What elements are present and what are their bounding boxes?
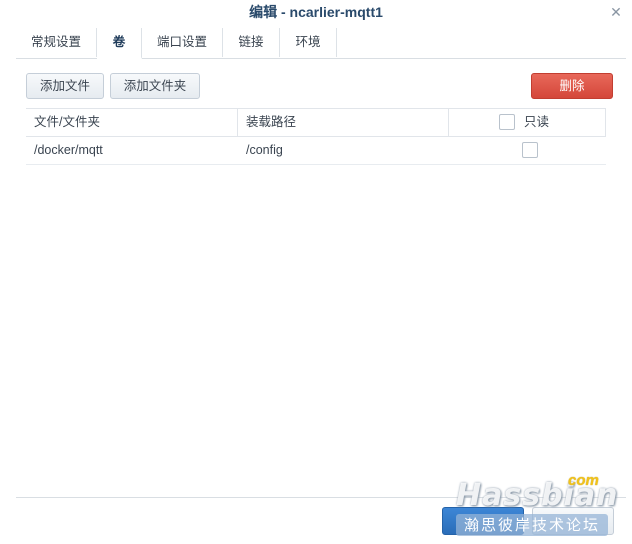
table-row[interactable]: /docker/mqtt /config	[26, 137, 606, 165]
cell-mount-path: /config	[246, 143, 283, 157]
add-folder-button[interactable]: 添加文件夹	[110, 73, 200, 99]
window-titlebar: 编辑 - ncarlier-mqtt1	[0, 0, 632, 26]
read-only-checkbox[interactable]	[522, 142, 538, 158]
column-divider	[605, 109, 606, 136]
delete-button[interactable]: 删除	[531, 73, 613, 99]
add-file-button[interactable]: 添加文件	[26, 73, 104, 99]
tab-environment[interactable]: 环境	[280, 28, 337, 57]
column-header-mount-path[interactable]: 装载路径	[246, 109, 296, 136]
volume-table: 文件/文件夹 装载路径 只读 /docker/mqtt /config	[26, 108, 606, 165]
tab-port-settings[interactable]: 端口设置	[142, 28, 223, 57]
table-header: 文件/文件夹 装载路径 只读	[26, 108, 606, 137]
tab-general-settings[interactable]: 常规设置	[16, 28, 97, 57]
watermark-suffix: com	[568, 472, 599, 489]
column-header-file[interactable]: 文件/文件夹	[34, 109, 100, 136]
tab-volume[interactable]: 卷	[97, 28, 142, 59]
window-title: 编辑 - ncarlier-mqtt1	[249, 4, 383, 20]
cell-file-path: /docker/mqtt	[34, 143, 103, 157]
column-divider[interactable]	[448, 109, 449, 136]
tab-links[interactable]: 链接	[223, 28, 280, 57]
column-header-read-only[interactable]: 只读	[524, 109, 549, 136]
watermark-tagline: 瀚思彼岸技术论坛	[456, 514, 608, 536]
read-only-select-all-checkbox[interactable]	[499, 114, 515, 130]
column-divider[interactable]	[237, 109, 238, 136]
close-icon[interactable]: ✕	[606, 2, 626, 22]
tab-bar: 常规设置 卷 端口设置 链接 环境	[16, 28, 626, 59]
